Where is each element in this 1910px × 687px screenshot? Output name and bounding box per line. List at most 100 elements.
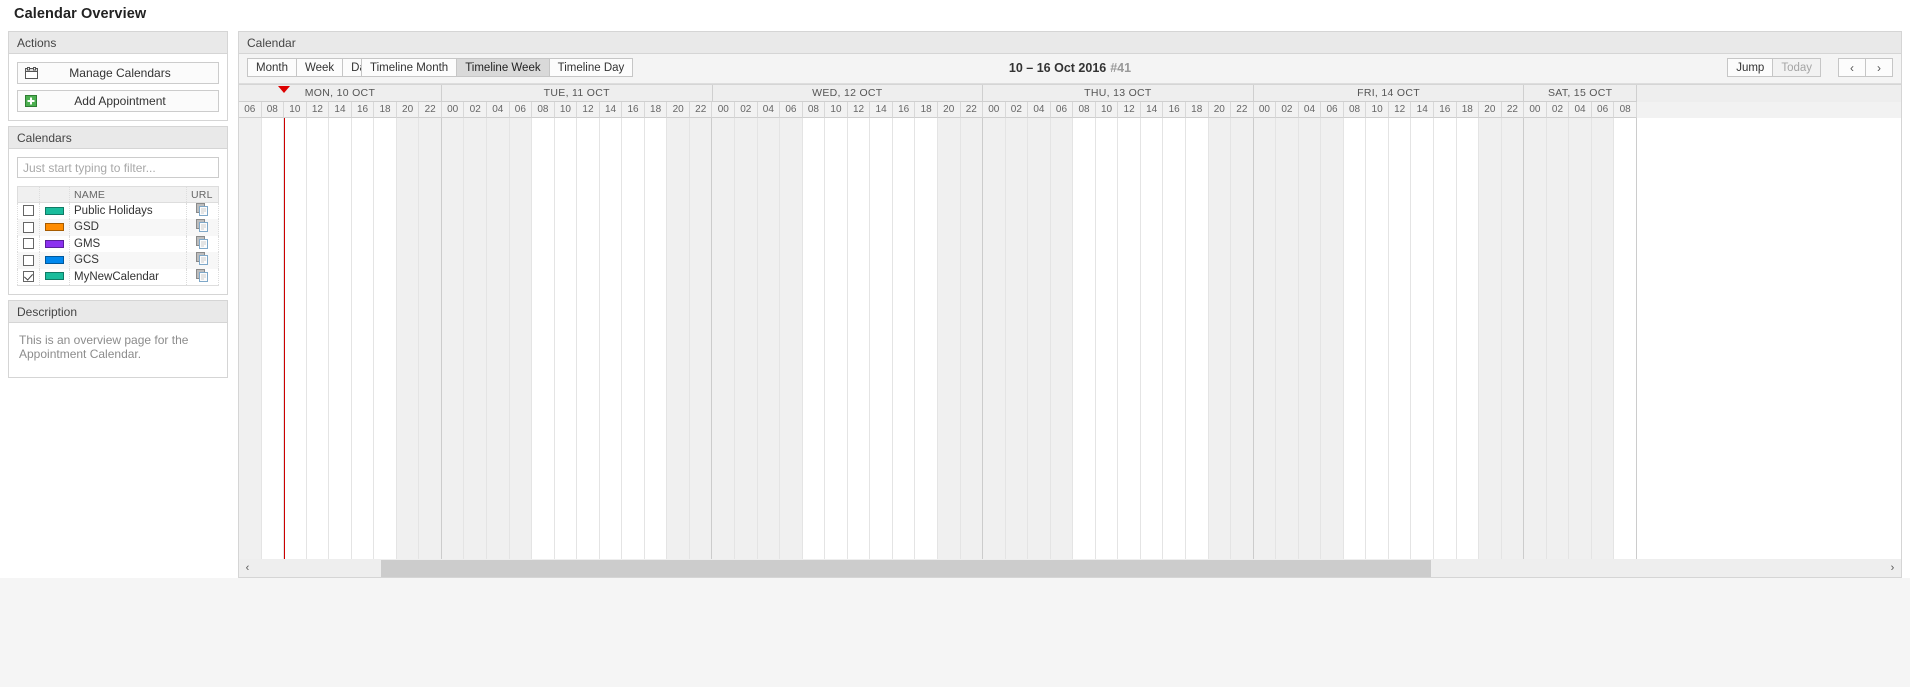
timeline-grid-column[interactable] — [1118, 118, 1141, 559]
timeline-grid-column[interactable] — [1524, 118, 1547, 559]
timeline-grid-column[interactable] — [1433, 118, 1457, 559]
calendar-visibility-checkbox[interactable] — [23, 205, 34, 217]
timeline-grid-column[interactable] — [351, 118, 375, 559]
timeline-grid-column[interactable] — [1411, 118, 1434, 559]
timeline-grid-column[interactable] — [757, 118, 781, 559]
calendar-visibility-checkbox-cell[interactable] — [17, 268, 40, 286]
timeline-grid-column[interactable] — [1163, 118, 1186, 559]
timeline-grid-column[interactable] — [1095, 118, 1119, 559]
view-button-month[interactable]: Month — [247, 58, 297, 77]
timeline-horizontal-scrollbar[interactable]: ‹ › — [238, 559, 1902, 578]
timeline-grid-column[interactable] — [1005, 118, 1029, 559]
timeline-grid-column[interactable] — [1501, 118, 1525, 559]
timeline-grid-column[interactable] — [825, 118, 848, 559]
timeline-grid-column[interactable] — [1479, 118, 1502, 559]
calendar-visibility-checkbox-cell[interactable] — [17, 219, 40, 236]
calendar-url-cell[interactable] — [186, 202, 219, 219]
scrollbar-thumb[interactable] — [381, 559, 1432, 577]
timeline-grid-column[interactable] — [960, 118, 984, 559]
timeline-grid-column[interactable] — [937, 118, 961, 559]
timeline-grid-column[interactable] — [667, 118, 690, 559]
timeline-grid-column[interactable] — [1546, 118, 1570, 559]
timeline-grid-column[interactable] — [644, 118, 668, 559]
today-button[interactable]: Today — [1773, 58, 1821, 77]
timeline-grid-column[interactable] — [689, 118, 713, 559]
next-period-button[interactable]: › — [1866, 58, 1893, 77]
timeline-grid-column[interactable] — [509, 118, 533, 559]
timeline-grid-column[interactable] — [1321, 118, 1344, 559]
scroll-right-arrow-icon[interactable]: › — [1884, 560, 1901, 577]
timeline-grid-column[interactable] — [847, 118, 871, 559]
calendar-name-cell[interactable]: GMS — [69, 235, 187, 252]
timeline-grid-column[interactable] — [802, 118, 826, 559]
table-row[interactable]: GMS — [17, 235, 219, 252]
timeline-grid-column[interactable] — [329, 118, 352, 559]
calendar-url-cell[interactable] — [186, 268, 219, 286]
calendar-name-cell[interactable]: Public Holidays — [69, 202, 187, 219]
timeline-grid-column[interactable] — [915, 118, 938, 559]
table-row[interactable]: Public Holidays — [17, 202, 219, 219]
timeline-grid-column[interactable] — [735, 118, 758, 559]
timeline-grid-column[interactable] — [261, 118, 285, 559]
table-row[interactable]: GSD — [17, 219, 219, 236]
timeline-grid-column[interactable] — [1366, 118, 1389, 559]
timeline-grid-column[interactable] — [554, 118, 578, 559]
timeline-grid-column[interactable] — [1569, 118, 1592, 559]
previous-period-button[interactable]: ‹ — [1838, 58, 1866, 77]
table-row[interactable]: GCS — [17, 252, 219, 269]
scroll-left-arrow-icon[interactable]: ‹ — [239, 560, 256, 577]
timeline-grid-column[interactable] — [870, 118, 893, 559]
timeline-grid-column[interactable] — [599, 118, 623, 559]
timeline-grid-column[interactable] — [983, 118, 1006, 559]
calendar-visibility-checkbox[interactable] — [23, 238, 34, 250]
calendar-visibility-checkbox[interactable] — [23, 270, 34, 282]
copy-icon[interactable] — [196, 203, 209, 219]
calendar-url-cell[interactable] — [186, 219, 219, 236]
timeline-grid-column[interactable] — [1185, 118, 1209, 559]
add-appointment-button[interactable]: Add Appointment — [17, 90, 219, 112]
timeline-grid-column[interactable] — [1028, 118, 1051, 559]
timeline-grid-column[interactable] — [1388, 118, 1412, 559]
jump-button[interactable]: Jump — [1727, 58, 1774, 77]
timeline-grid-column[interactable] — [1140, 118, 1164, 559]
copy-icon[interactable] — [196, 268, 209, 285]
timeline-grid-column[interactable] — [487, 118, 510, 559]
timeline-grid-column[interactable] — [1456, 118, 1480, 559]
calendar-filter-input[interactable] — [17, 157, 219, 178]
scrollbar-track[interactable] — [256, 559, 1884, 577]
view-button-timeline-day[interactable]: Timeline Day — [549, 58, 634, 77]
timeline-viewport[interactable]: MON, 10 OCT TUE, 11 OCT WED, 12 OCT THU, 13… — [239, 84, 1901, 559]
calendar-name-cell[interactable]: GSD — [69, 219, 187, 236]
timeline-grid-column[interactable] — [1073, 118, 1096, 559]
timeline-grid-column[interactable] — [577, 118, 600, 559]
copy-icon[interactable] — [196, 219, 209, 235]
timeline-grid-column[interactable] — [441, 118, 465, 559]
calendar-visibility-checkbox-cell[interactable] — [17, 252, 40, 269]
timeline-grid-column[interactable] — [419, 118, 442, 559]
timeline-grid-column[interactable] — [1276, 118, 1299, 559]
timeline-grid-column[interactable] — [622, 118, 645, 559]
timeline-grid-column[interactable] — [374, 118, 397, 559]
view-button-timeline-week[interactable]: Timeline Week — [457, 58, 550, 77]
timeline-grid-column[interactable] — [239, 118, 262, 559]
timeline-grid-column[interactable] — [396, 118, 420, 559]
calendar-visibility-checkbox-cell[interactable] — [17, 235, 40, 252]
timeline-grid-column[interactable] — [532, 118, 555, 559]
copy-icon[interactable] — [196, 235, 209, 252]
calendar-visibility-checkbox-cell[interactable] — [17, 202, 40, 219]
timeline-grid-body[interactable] — [239, 118, 1901, 559]
timeline-grid-column[interactable] — [1253, 118, 1277, 559]
table-row[interactable]: MyNewCalendar — [17, 268, 219, 286]
timeline-grid-column[interactable] — [1591, 118, 1615, 559]
view-button-week[interactable]: Week — [296, 58, 344, 77]
timeline-grid-column[interactable] — [780, 118, 803, 559]
timeline-grid-column[interactable] — [712, 118, 736, 559]
manage-calendars-button[interactable]: Manage Calendars — [17, 62, 219, 84]
timeline-grid-column[interactable] — [1614, 118, 1637, 559]
view-button-timeline-month[interactable]: Timeline Month — [361, 58, 458, 77]
calendar-name-cell[interactable]: GCS — [69, 252, 187, 269]
calendar-url-cell[interactable] — [186, 235, 219, 252]
calendar-name-cell[interactable]: MyNewCalendar — [69, 268, 187, 286]
timeline-grid-column[interactable] — [1231, 118, 1254, 559]
calendar-url-cell[interactable] — [186, 252, 219, 269]
